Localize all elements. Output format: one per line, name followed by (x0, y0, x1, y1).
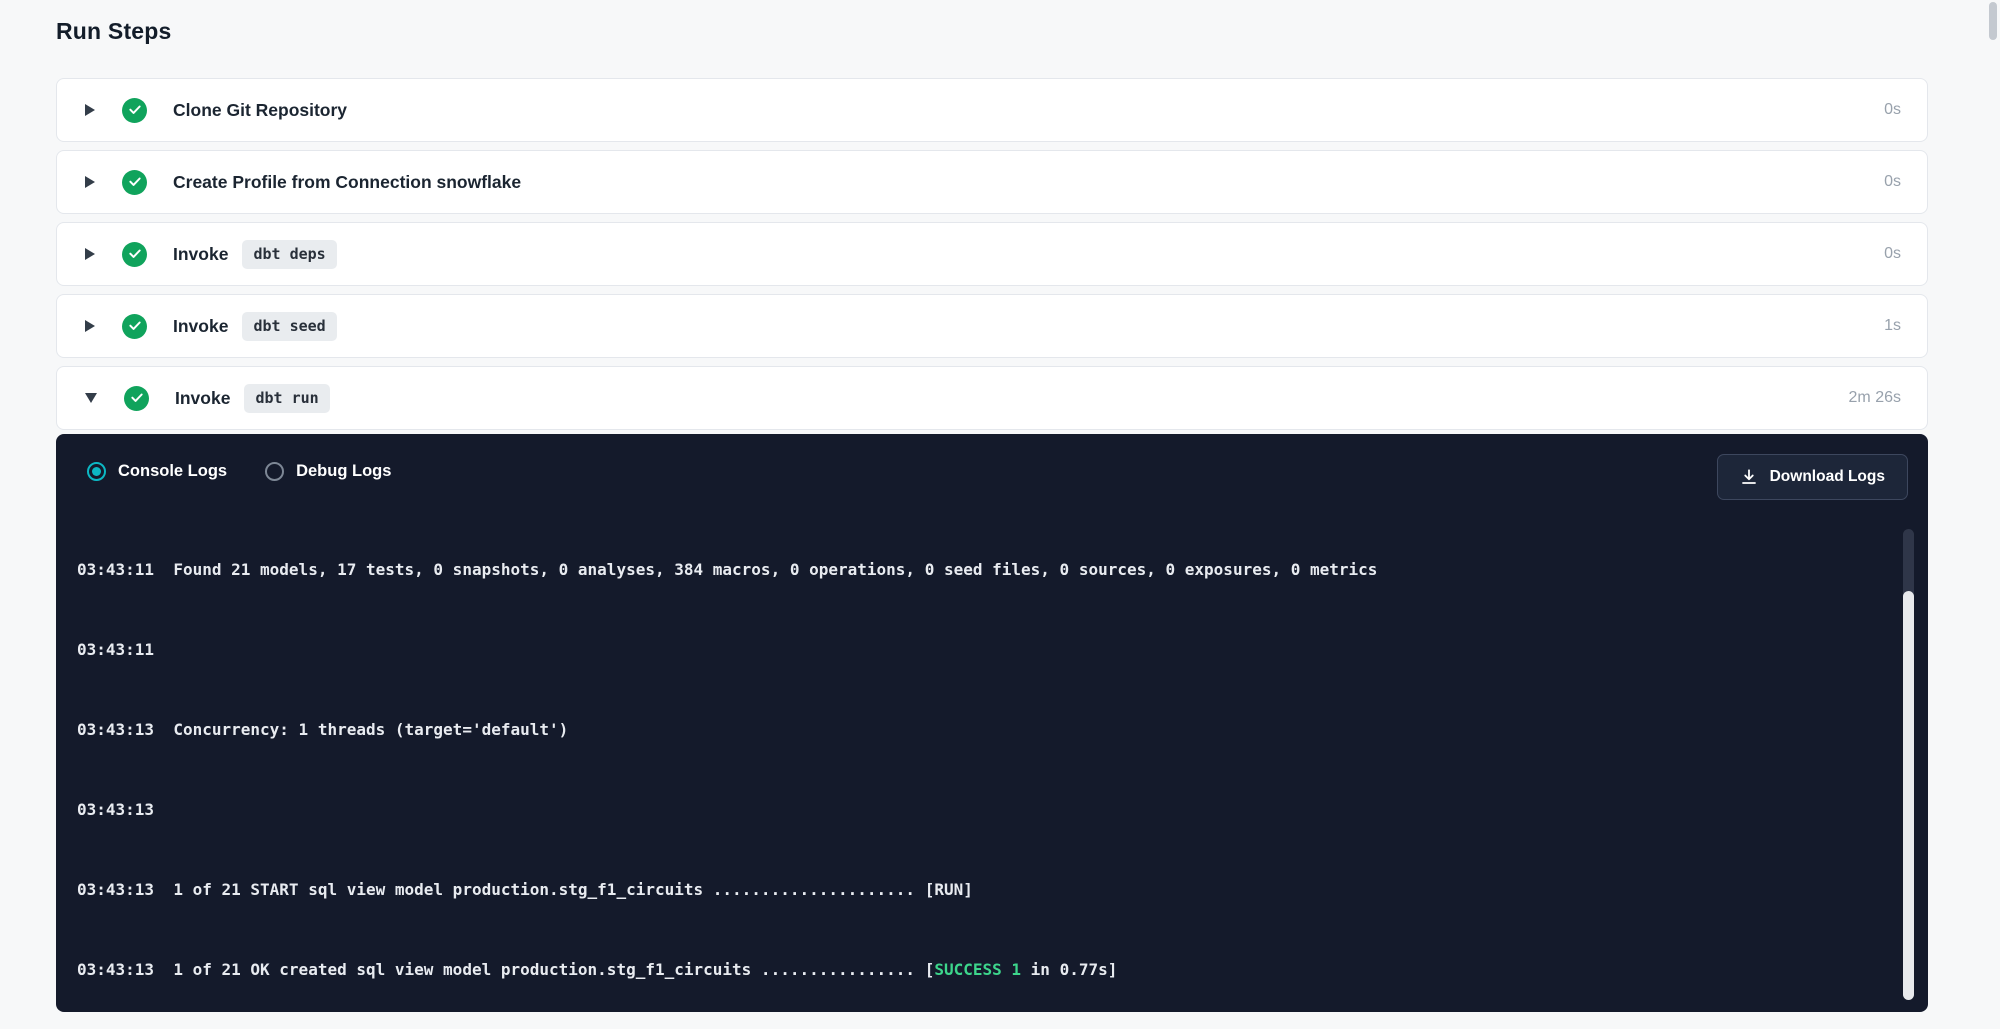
success-check-icon (122, 314, 147, 339)
steps-list: Clone Git Repository 0s Create Profile f… (56, 78, 1928, 430)
log-timestamp: 03:43:13 (77, 880, 173, 899)
log-message: 1 of 21 OK created sql view model produc… (173, 960, 1117, 979)
log-timestamp: 03:43:11 (77, 560, 173, 579)
step-command-badge: dbt deps (242, 240, 336, 269)
step-row[interactable]: Create Profile from Connection snowflake… (56, 150, 1928, 214)
step-label: Invoke (175, 388, 230, 409)
page-scrollbar-thumb[interactable] (1989, 2, 1997, 40)
download-logs-button[interactable]: Download Logs (1717, 454, 1908, 500)
success-check-icon (122, 98, 147, 123)
log-line: 03:43:11 Found 21 models, 17 tests, 0 sn… (77, 560, 1888, 580)
step-label: Invoke (173, 316, 228, 337)
step-row[interactable]: Clone Git Repository 0s (56, 78, 1928, 142)
expand-chevron-icon[interactable] (85, 248, 95, 260)
success-check-icon (124, 386, 149, 411)
step-duration: 0s (1884, 245, 1901, 263)
expand-chevron-icon[interactable] (85, 176, 95, 188)
radio-unselected-icon[interactable] (265, 462, 284, 481)
log-line: 03:43:11 (77, 640, 1888, 660)
log-timestamp: 03:43:11 (77, 640, 173, 659)
console-scrollbar[interactable] (1903, 529, 1914, 1000)
debug-logs-radio[interactable]: Debug Logs (265, 462, 391, 481)
download-icon (1740, 468, 1758, 486)
debug-logs-label: Debug Logs (296, 462, 391, 481)
expand-chevron-icon[interactable] (85, 320, 95, 332)
step-duration: 1s (1884, 317, 1901, 335)
console-header: Console Logs Debug Logs (56, 434, 1928, 481)
step-row[interactable]: Invoke dbt deps 0s (56, 222, 1928, 286)
log-line: 03:43:13 (77, 800, 1888, 820)
radio-selected-icon[interactable] (87, 462, 106, 481)
log-message: 1 of 21 START sql view model production.… (173, 880, 973, 899)
log-timestamp: 03:43:13 (77, 800, 173, 819)
expand-chevron-icon[interactable] (85, 393, 97, 403)
step-duration: 2m 26s (1849, 389, 1901, 407)
log-line: 03:43:13 1 of 21 OK created sql view mod… (77, 960, 1888, 980)
step-command-badge: dbt seed (242, 312, 336, 341)
step-command-badge: dbt run (244, 384, 329, 413)
log-timestamp: 03:43:13 (77, 720, 173, 739)
log-line: 03:43:13 1 of 21 START sql view model pr… (77, 880, 1888, 900)
log-line: 03:43:13 Concurrency: 1 threads (target=… (77, 720, 1888, 740)
console-logs-label: Console Logs (118, 462, 227, 481)
download-logs-label: Download Logs (1770, 468, 1885, 486)
run-steps-page: Run Steps Clone Git Repository 0s Create… (56, 0, 1928, 1012)
log-message: Concurrency: 1 threads (target='default'… (173, 720, 568, 739)
console-log: 03:43:11 Found 21 models, 17 tests, 0 sn… (77, 529, 1888, 1000)
log-message: Found 21 models, 17 tests, 0 snapshots, … (173, 560, 1377, 579)
console-panel: Console Logs Debug Logs Download Logs 03… (56, 434, 1928, 1012)
success-check-icon (122, 170, 147, 195)
success-check-icon (122, 242, 147, 267)
step-row[interactable]: Invoke dbt run 2m 26s (56, 366, 1928, 430)
step-duration: 0s (1884, 173, 1901, 191)
step-row[interactable]: Invoke dbt seed 1s (56, 294, 1928, 358)
page-title: Run Steps (56, 18, 1928, 45)
step-label: Clone Git Repository (173, 100, 347, 121)
expand-chevron-icon[interactable] (85, 104, 95, 116)
console-scrollbar-thumb[interactable] (1903, 591, 1914, 1000)
step-duration: 0s (1884, 101, 1901, 119)
log-timestamp: 03:43:13 (77, 960, 173, 979)
console-logs-radio[interactable]: Console Logs (87, 462, 227, 481)
step-label: Invoke (173, 244, 228, 265)
step-label: Create Profile from Connection snowflake (173, 172, 521, 193)
